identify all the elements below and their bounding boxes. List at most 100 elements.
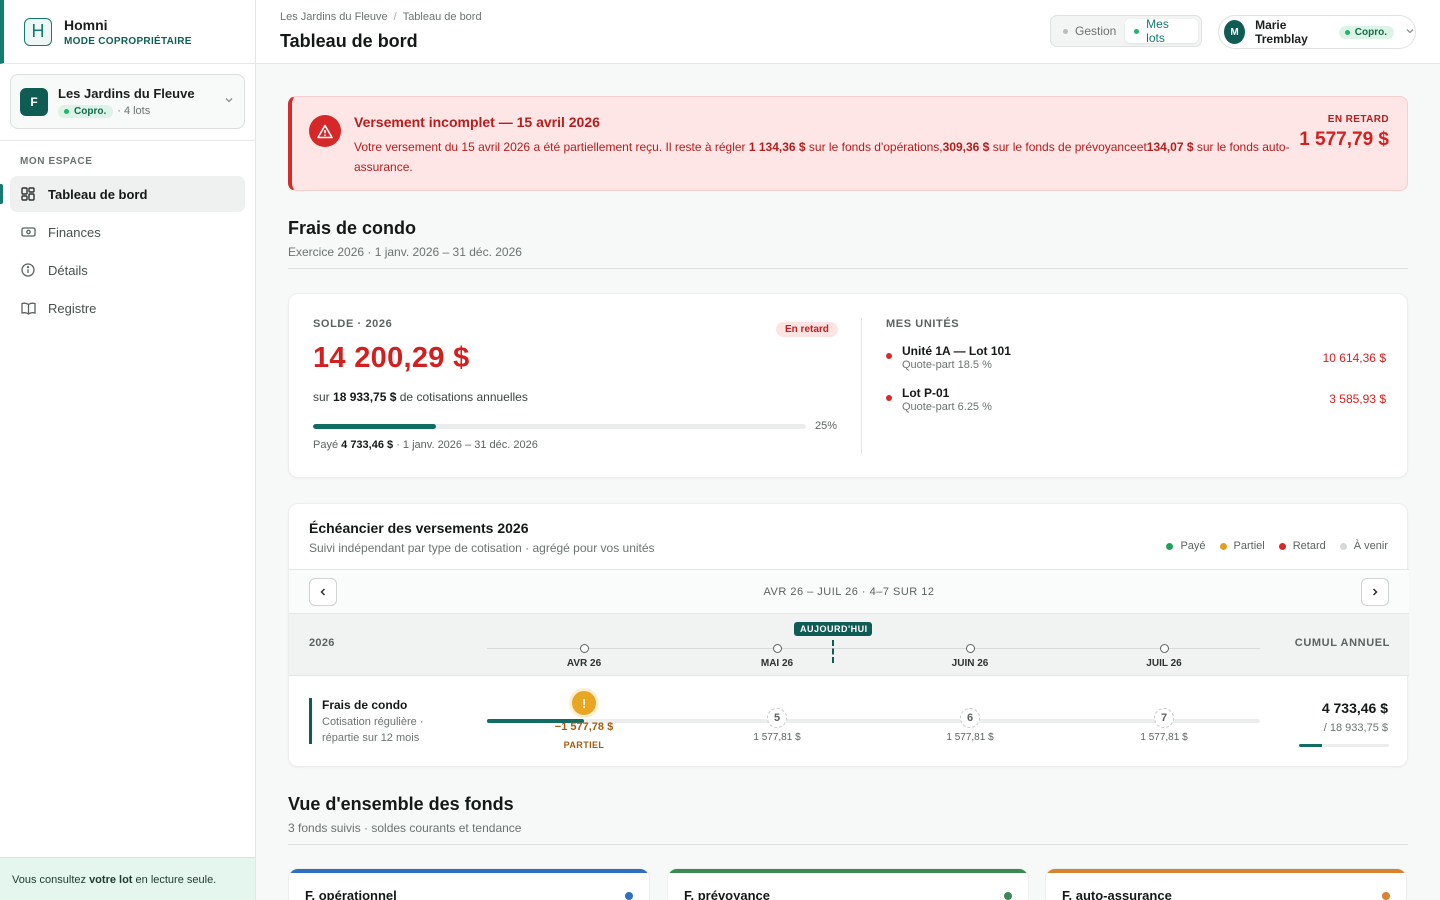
sidebar-item-tableau-de-bord[interactable]: Tableau de bord <box>0 176 245 212</box>
view-toggle: Gestion Mes lots <box>1050 15 1202 47</box>
timeline-month: AVR 26 <box>566 658 602 669</box>
today-line <box>832 640 834 663</box>
legend-dot <box>1278 542 1286 550</box>
section-title-frais: Frais de condo <box>288 218 417 238</box>
cumul-total: / 18 933,75 $ <box>1323 722 1388 734</box>
sidebar-item-details[interactable]: Détails <box>10 252 245 288</box>
solde-label: SOLDE · 2026 <box>313 318 393 330</box>
copro-badge: Copro. <box>1338 25 1394 39</box>
unit-quote: Quote-part 6.25 % <box>902 401 992 413</box>
payment-amount: 1 577,81 $ <box>1140 732 1188 743</box>
breadcrumb-item[interactable]: Les Jardins du Fleuve <box>280 11 388 23</box>
sidebar-item-finances[interactable]: Finances <box>10 214 245 250</box>
next-button[interactable] <box>1361 578 1389 606</box>
payment-marker-partial[interactable]: ! <box>572 691 596 715</box>
payment-status: PARTIEL <box>563 740 605 750</box>
schedule-navigation: AVR 26 – JUIL 26 · 4–7 SUR 12 <box>289 569 1409 614</box>
legend-item: À venir <box>1339 540 1388 552</box>
schedule-legend: Payé Partiel Retard À venir <box>1152 540 1388 552</box>
page-title: Tableau de bord <box>280 31 418 51</box>
late-payment-alert: Versement incomplet — 15 avril 2026 Votr… <box>288 96 1408 191</box>
top-bar: Les Jardins du Fleuve / Tableau de bord Ta… <box>256 0 1440 64</box>
fund-card-auto-assurance[interactable]: F. auto-assurance <box>1045 868 1407 900</box>
unit-quote: Quote-part 18.5 % <box>902 359 992 371</box>
cumul-amount: 4 733,46 $ <box>1321 700 1388 716</box>
info-icon <box>20 262 36 278</box>
sidebar-item-registre[interactable]: Registre <box>10 290 245 326</box>
toggle-mes-lots[interactable]: Mes lots <box>1125 17 1198 45</box>
schedule-title: Échéancier des versements 2026 <box>309 520 529 536</box>
legend-item: Retard <box>1278 540 1326 552</box>
section-title-funds: Vue d'ensemble des fonds <box>288 794 514 814</box>
timeline-tick <box>966 644 975 653</box>
progress-fill <box>313 424 437 429</box>
fund-name: F. prévoyance <box>684 888 770 900</box>
sidebar-item-label: Finances <box>48 224 101 240</box>
sidebar-item-label: Registre <box>48 300 97 316</box>
payment-marker-upcoming[interactable]: 5 <box>767 708 787 728</box>
fund-card-operationnel[interactable]: F. opérationnel <box>288 868 650 900</box>
payment-amount: −1 577,78 $ <box>554 721 614 733</box>
readonly-notice: Vous consultez votre lot en lecture seul… <box>0 857 255 900</box>
timeline-tick <box>773 644 782 653</box>
user-menu[interactable]: M Marie Tremblay Copro. <box>1218 15 1416 49</box>
unit-amount: 3 585,93 $ <box>1329 392 1386 406</box>
brand-mode: MODE COPROPRIÉTAIRE <box>64 35 192 47</box>
today-marker: AUJOURD'HUI <box>794 622 872 636</box>
row-title: Frais de condo <box>322 698 408 712</box>
unit-name: Unité 1A — Lot 101 <box>902 344 1011 358</box>
copro-badge: Copro. <box>58 104 114 118</box>
unit-amount: 10 614,36 $ <box>1322 351 1386 365</box>
lot-avatar: F <box>20 87 48 116</box>
status-dot <box>886 395 892 401</box>
payment-marker-upcoming[interactable]: 6 <box>960 708 980 728</box>
unit-name: Lot P-01 <box>902 386 950 400</box>
alert-text: Votre versement du 15 avril 2026 a été p… <box>354 140 1290 174</box>
timeline-month: JUIL 26 <box>1146 658 1182 669</box>
unit-item[interactable]: Unité 1A — Lot 101 Quote-part 18.5 % 10 … <box>886 344 1386 376</box>
alert-status: EN RETARD <box>1327 114 1389 125</box>
timeline-month: JUIN 26 <box>951 658 989 669</box>
payment-marker-upcoming[interactable]: 7 <box>1154 708 1174 728</box>
brand-name: Homni <box>64 16 108 33</box>
fund-card-prevoyance[interactable]: F. prévoyance <box>667 868 1029 900</box>
book-icon <box>20 300 36 316</box>
solde-progress-bar <box>313 424 806 429</box>
avatar: M <box>1224 20 1246 44</box>
alert-title: Versement incomplet — 15 avril 2026 <box>354 114 600 130</box>
legend-item: Partiel <box>1219 540 1265 552</box>
fund-name: F. opérationnel <box>305 888 397 900</box>
breadcrumb: Les Jardins du Fleuve / Tableau de bord <box>280 11 482 23</box>
status-badge: En retard <box>776 322 838 337</box>
money-icon <box>20 224 36 240</box>
period-range: AVR 26 – JUIL 26 · 4–7 SUR 12 <box>763 586 935 598</box>
solde-amount: 14 200,29 $ <box>313 342 470 374</box>
timeline-header: 2026 AVR 26 MAI 26 JUIN 26 JUIL 26 AUJOU… <box>289 614 1409 676</box>
section-subtitle-frais: Exercice 2026 · 1 janv. 2026 – 31 déc. 2… <box>288 245 522 259</box>
toggle-gestion[interactable]: Gestion <box>1054 19 1125 43</box>
sidebar: H Homni MODE COPROPRIÉTAIRE F Les Jardin… <box>0 0 256 900</box>
timeline-tick <box>580 644 589 653</box>
legend-dot <box>1166 542 1174 550</box>
sidebar-nav: Tableau de bord Finances Détails Registr… <box>0 176 245 328</box>
lot-selector[interactable]: F Les Jardins du Fleuve Copro. · 4 lots <box>10 74 245 129</box>
cumul-progress-bar <box>1299 744 1389 747</box>
warning-icon <box>309 115 341 147</box>
timeline-year: 2026 <box>309 637 335 649</box>
legend-item: Payé <box>1166 540 1206 552</box>
cumul-label: CUMUL ANNUEL <box>1294 637 1390 649</box>
legend-dot <box>1339 542 1347 550</box>
fund-color-dot <box>1382 892 1390 900</box>
chevron-down-icon <box>1405 26 1415 39</box>
payment-amount: 1 577,81 $ <box>946 732 994 743</box>
user-name: Marie Tremblay <box>1255 18 1308 46</box>
section-subtitle-funds: 3 fonds suivis · soldes courants et tend… <box>288 821 522 835</box>
units-label: MES UNITÉS <box>886 318 960 330</box>
row-subtitle: Cotisation régulière · répartie sur 12 m… <box>322 716 424 744</box>
sidebar-item-label: Détails <box>48 262 88 278</box>
dashboard-icon <box>20 186 36 202</box>
lot-name: Les Jardins du Fleuve <box>58 85 195 101</box>
progress-percent: 25% <box>815 420 838 432</box>
chevron-right-icon <box>1372 588 1378 596</box>
unit-item[interactable]: Lot P-01 Quote-part 6.25 % 3 585,93 $ <box>886 386 1386 418</box>
